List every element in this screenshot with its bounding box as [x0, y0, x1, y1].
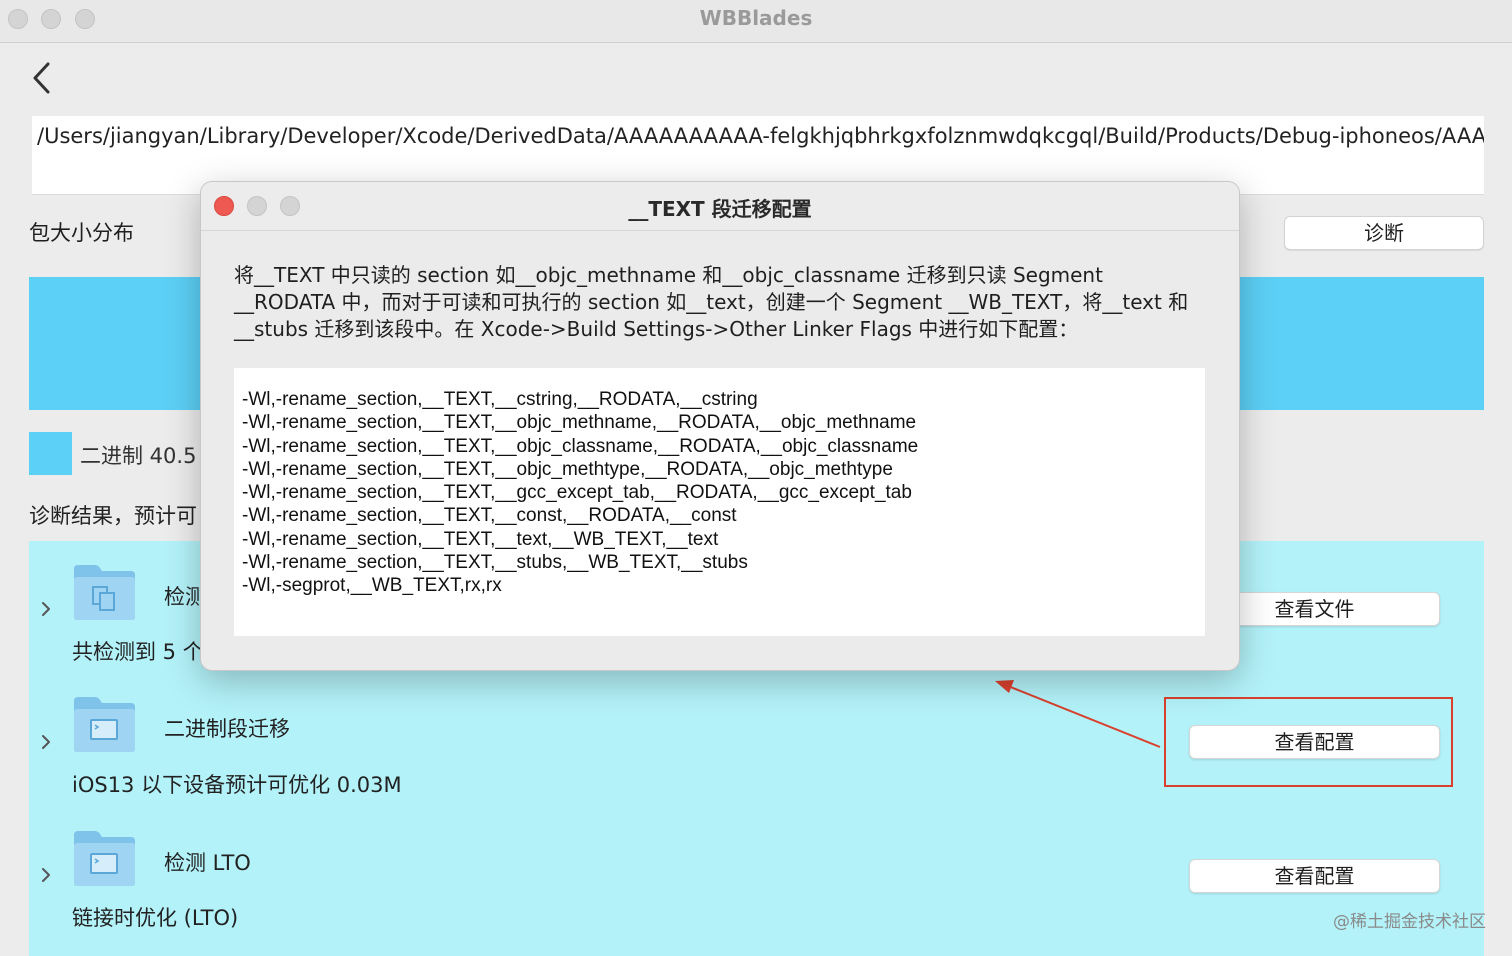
result-row: 检测 LTO 链接时优化 (LTO) 查看配置: [29, 808, 1484, 938]
flag-line: -Wl,-rename_section,__TEXT,__gcc_except_…: [242, 482, 912, 504]
flag-line: -Wl,-rename_section,__TEXT,__cstring,__R…: [242, 389, 758, 410]
highlight-annotation-box: [1164, 697, 1453, 787]
flag-line: -Wl,-rename_section,__TEXT,__text,__WB_T…: [242, 528, 719, 550]
folder-terminal-icon: [74, 697, 135, 752]
flag-line: -Wl,-rename_section,__TEXT,__stubs,__WB_…: [242, 552, 748, 574]
flag-line: -Wl,-rename_section,__TEXT,__const,__ROD…: [242, 505, 737, 527]
back-button[interactable]: [30, 60, 60, 96]
path-input[interactable]: [37, 124, 1484, 148]
result-description: iOS13 以下设备预计可优化 0.03M: [72, 773, 402, 797]
flag-line: -Wl,-segprot,__WB_TEXT,rx,rx: [242, 575, 502, 597]
flag-line: -Wl,-rename_section,__TEXT,__objc_methna…: [242, 412, 917, 434]
result-title: 二进制段迁移: [164, 717, 290, 741]
result-description: 共检测到 5 个: [72, 640, 204, 664]
chevron-right-icon[interactable]: [39, 733, 53, 751]
view-config-button[interactable]: 查看配置: [1189, 859, 1440, 893]
dialog-title: __TEXT 段迁移配置: [628, 197, 812, 221]
result-description: 链接时优化 (LTO): [72, 906, 239, 930]
diagnosis-summary: 诊断结果，预计可: [29, 504, 197, 528]
folder-doc-icon: [74, 565, 135, 620]
chevron-left-icon: [33, 62, 50, 94]
chevron-right-icon[interactable]: [39, 600, 53, 618]
legend-label: 二进制 40.5: [80, 444, 197, 468]
flag-line: -Wl,-rename_section,__TEXT,__objc_classn…: [242, 435, 919, 457]
dialog-description: 将__TEXT 中只读的 section 如__objc_methname 和_…: [234, 263, 1189, 341]
watermark: @稀土掘金技术社区: [1333, 912, 1486, 932]
title-bar: WBBlades: [0, 0, 1512, 43]
legend-swatch: [29, 432, 72, 475]
dialog-title-bar: __TEXT 段迁移配置: [201, 182, 1239, 231]
folder-terminal-icon: [74, 831, 135, 886]
window-title: WBBlades: [699, 6, 813, 30]
linker-flags-text[interactable]: -Wl,-rename_section,__TEXT,__cstring,__R…: [234, 368, 1205, 636]
diagnose-button[interactable]: 诊断: [1284, 216, 1484, 250]
size-distribution-label: 包大小分布: [29, 221, 134, 245]
chevron-right-icon[interactable]: [39, 866, 53, 884]
flag-line: -Wl,-rename_section,__TEXT,__objc_methty…: [242, 458, 893, 480]
config-dialog: __TEXT 段迁移配置 将__TEXT 中只读的 section 如__obj…: [200, 181, 1240, 671]
result-title: 检测 LTO: [164, 851, 251, 875]
